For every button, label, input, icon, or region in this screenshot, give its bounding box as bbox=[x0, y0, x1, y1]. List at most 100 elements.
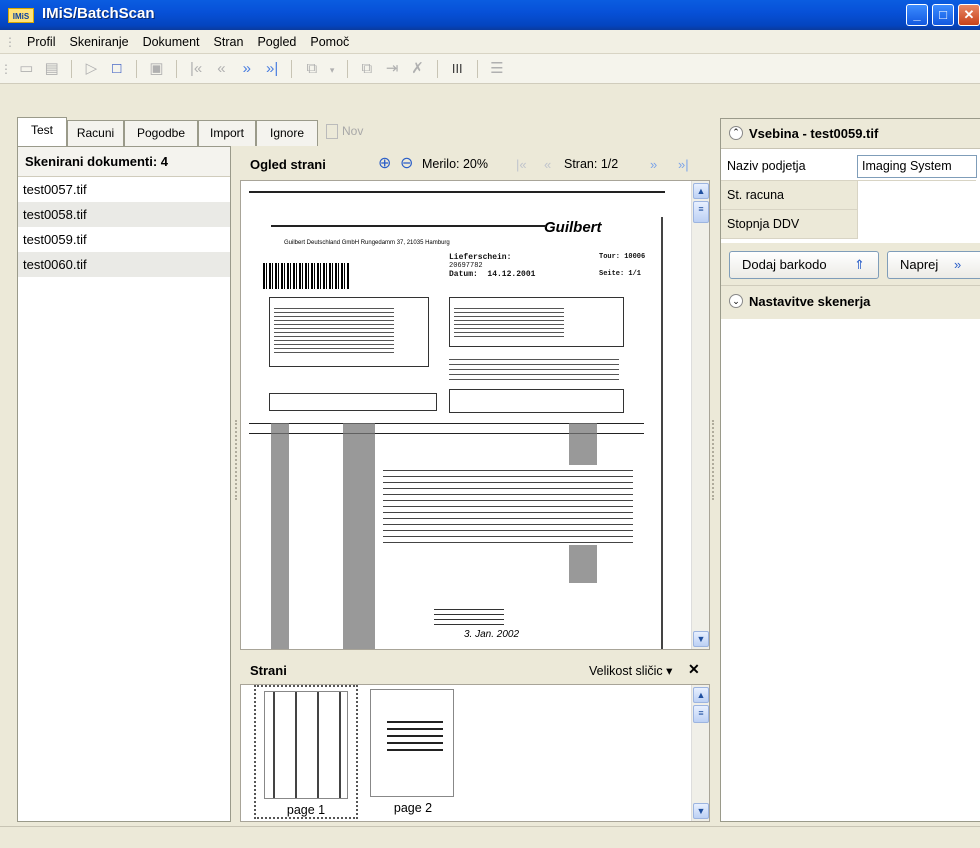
documents-header: Skenirani dokumenti: 4 bbox=[18, 147, 230, 177]
address-text bbox=[454, 305, 564, 337]
scanned-page: Guilbert Guilbert Deutschland GmbH Runge… bbox=[249, 187, 669, 649]
maximize-button[interactable]: □ bbox=[932, 4, 954, 26]
field-label: Stopnja DDV bbox=[727, 217, 800, 231]
insert-page-icon[interactable]: ⧉ bbox=[356, 58, 378, 80]
tab-test[interactable]: Test bbox=[17, 117, 67, 147]
scan-settings-header[interactable]: ⌄ Nastavitve skenerja bbox=[721, 285, 980, 319]
menu-bar: ⋮ Profil Skeniranje Dokument Stran Pogled Pomo… bbox=[0, 30, 980, 54]
next-button[interactable]: Naprej » bbox=[887, 251, 980, 279]
new-tab-icon bbox=[326, 124, 338, 140]
new-tab-button[interactable]: Nov bbox=[326, 122, 363, 140]
barcode-icon[interactable]: ⅠⅠⅠ bbox=[446, 58, 468, 80]
company-name-field[interactable]: Imaging System bbox=[857, 155, 977, 178]
zoom-label: Merilo: 20% bbox=[422, 157, 488, 171]
menu-pomoc[interactable]: Pomoč bbox=[303, 30, 356, 54]
new-tab-label: Nov bbox=[342, 124, 364, 138]
footer-text bbox=[434, 605, 504, 625]
viewer-scrollbar[interactable]: ▲ ≡ ▼ bbox=[691, 181, 709, 649]
left-splitter[interactable] bbox=[235, 420, 237, 500]
doc-page: Seite: 1/1 bbox=[599, 270, 642, 278]
list-item[interactable]: test0057.tif bbox=[18, 177, 230, 202]
tab-pogodbe[interactable]: Pogodbe bbox=[124, 120, 198, 146]
previous-page-icon[interactable]: « bbox=[544, 157, 551, 172]
last-page-icon[interactable]: »| bbox=[261, 58, 283, 80]
scroll-thumb[interactable]: ≡ bbox=[693, 201, 709, 223]
invoice-number-field[interactable] bbox=[857, 181, 980, 210]
scroll-up-icon[interactable]: ▲ bbox=[693, 183, 709, 199]
zoom-out-icon[interactable]: ⊖ bbox=[400, 153, 413, 173]
list-item[interactable]: test0058.tif bbox=[18, 202, 230, 227]
zoom-in-icon[interactable]: ⊕ bbox=[378, 153, 391, 173]
stop-icon[interactable]: □ bbox=[106, 58, 128, 80]
thumbnail-lines bbox=[387, 716, 443, 752]
viewer-header: Ogled strani ⊕ ⊖ Merilo: 20% |« « Stran:… bbox=[240, 150, 710, 180]
menu-pogled[interactable]: Pogled bbox=[250, 30, 303, 54]
doc-type: Lieferschein: bbox=[449, 253, 512, 262]
minimize-button[interactable]: _ bbox=[906, 4, 928, 26]
list-item[interactable]: test0060.tif bbox=[18, 252, 230, 277]
close-button[interactable]: ✕ bbox=[958, 4, 980, 26]
next-page-icon[interactable]: » bbox=[650, 157, 657, 172]
menu-stran[interactable]: Stran bbox=[207, 30, 251, 54]
first-page-icon[interactable]: |« bbox=[516, 157, 527, 172]
move-page-icon[interactable]: ⇥ bbox=[381, 58, 403, 80]
pages-title: Strani bbox=[250, 663, 287, 678]
scan-noise bbox=[271, 423, 289, 649]
tab-import[interactable]: Import bbox=[198, 120, 256, 146]
scroll-down-icon[interactable]: ▼ bbox=[693, 803, 709, 819]
thumbnail-page-1[interactable]: page 1 bbox=[254, 685, 358, 819]
handwritten-date: 3. Jan. 2002 bbox=[464, 629, 520, 640]
window-title: IMiS/BatchScan bbox=[42, 5, 155, 22]
brand-rule bbox=[271, 225, 546, 227]
app-logo: IMiS bbox=[8, 8, 34, 23]
tab-ignore[interactable]: Ignore bbox=[256, 120, 318, 146]
page-top-rule bbox=[249, 191, 665, 193]
expand-icon[interactable]: ⌄ bbox=[729, 294, 743, 308]
menu-dokument[interactable]: Dokument bbox=[136, 30, 207, 54]
field-row: St. racuna bbox=[721, 181, 980, 210]
page-viewer[interactable]: Guilbert Guilbert Deutschland GmbH Runge… bbox=[240, 180, 710, 650]
properties-icon[interactable]: ▤ bbox=[41, 58, 63, 80]
content-panel: ⌃ Vsebina - test0059.tif Naziv podjetja … bbox=[720, 118, 980, 822]
delete-page-icon[interactable]: ✗ bbox=[407, 58, 429, 80]
add-barcode-label: Dodaj barkodo bbox=[742, 257, 827, 272]
menu-skeniranje[interactable]: Skeniranje bbox=[62, 30, 135, 54]
scroll-down-icon[interactable]: ▼ bbox=[693, 631, 709, 647]
menu-profil[interactable]: Profil bbox=[20, 30, 62, 54]
previous-page-icon[interactable]: « bbox=[210, 58, 232, 80]
thumbnails-scrollbar[interactable]: ▲ ≡ ▼ bbox=[691, 685, 709, 821]
tab-racuni[interactable]: Racuni bbox=[67, 120, 124, 146]
address-text bbox=[274, 305, 394, 355]
copy-icon[interactable]: ⧉ bbox=[301, 58, 323, 80]
body-text bbox=[383, 465, 633, 545]
thumb-size-label: Velikost sličic bbox=[589, 664, 663, 678]
first-page-icon[interactable]: |« bbox=[185, 58, 207, 80]
add-barcode-button[interactable]: Dodaj barkodo ⇑ bbox=[729, 251, 879, 279]
page-edge bbox=[661, 217, 663, 649]
close-icon[interactable]: ✕ bbox=[688, 661, 700, 678]
chevron-down-icon: ▾ bbox=[666, 664, 673, 678]
next-page-icon[interactable]: » bbox=[236, 58, 258, 80]
scan-noise bbox=[343, 423, 375, 649]
scroll-up-icon[interactable]: ▲ bbox=[693, 687, 709, 703]
thumbnail-page-2[interactable]: page 2 bbox=[366, 685, 460, 819]
collapse-icon[interactable]: ⌃ bbox=[729, 126, 743, 140]
page-label: Stran: 1/2 bbox=[564, 157, 619, 171]
dropdown-arrow-icon[interactable]: ▾ bbox=[326, 59, 338, 81]
right-splitter[interactable] bbox=[712, 420, 714, 500]
title-bar: IMiS IMiS/BatchScan _ □ ✕ bbox=[0, 0, 980, 30]
last-page-icon[interactable]: »| bbox=[678, 157, 689, 172]
thumbnails-panel: page 1 page 2 ▲ ≡ ▼ bbox=[240, 684, 710, 822]
save-icon[interactable]: ▣ bbox=[145, 58, 167, 80]
thumb-size-dropdown[interactable]: Velikost sličic ▾ bbox=[589, 663, 672, 678]
next-label: Naprej bbox=[900, 257, 939, 272]
field-row: Stopnja DDV bbox=[721, 210, 980, 239]
doc-date: Datum: 14.12.2001 bbox=[449, 270, 536, 279]
new-document-icon[interactable]: ▭ bbox=[15, 58, 37, 80]
list-icon[interactable]: ☰ bbox=[486, 58, 508, 80]
vat-rate-field[interactable] bbox=[857, 210, 980, 239]
pages-header: Strani Velikost sličic ▾ ✕ bbox=[240, 656, 710, 684]
scroll-thumb[interactable]: ≡ bbox=[693, 705, 709, 723]
list-item[interactable]: test0059.tif bbox=[18, 227, 230, 252]
play-icon[interactable]: ▷ bbox=[80, 58, 102, 80]
